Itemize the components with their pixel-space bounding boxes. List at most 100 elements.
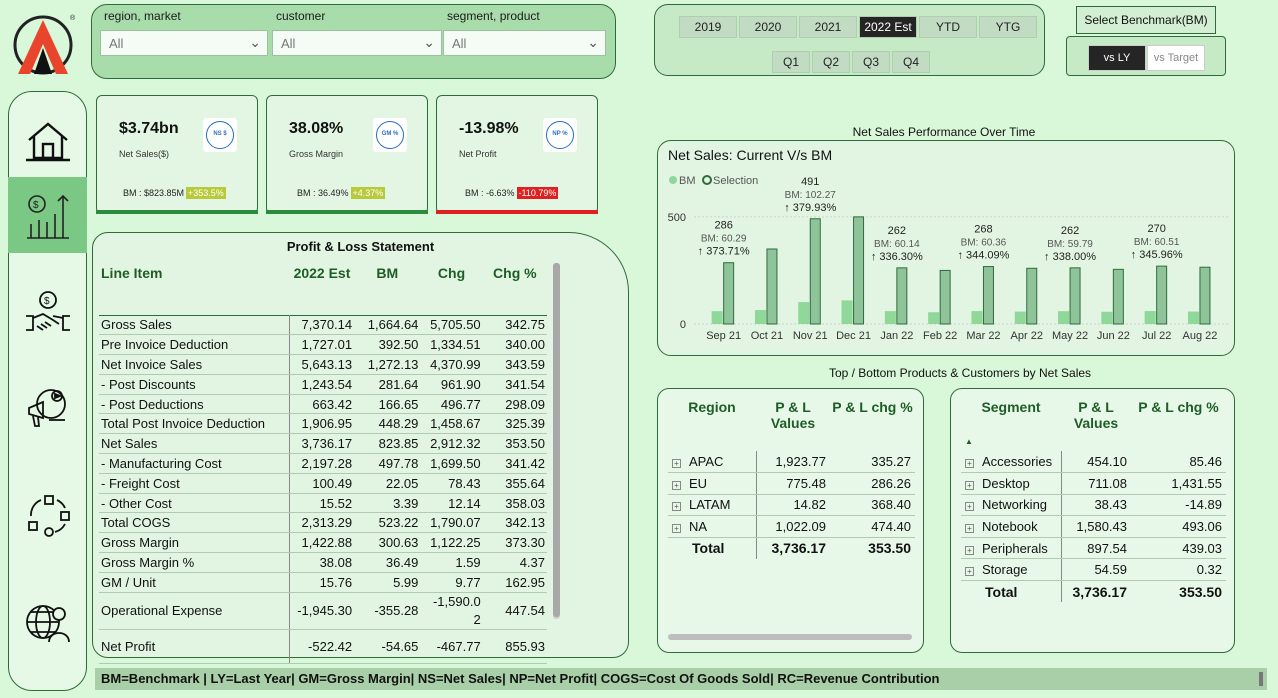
table-row[interactable]: + Peripherals 897.54 439.03 [961, 537, 1226, 560]
row-label-text: Desktop [982, 475, 1030, 491]
footer-scrollbar[interactable] [1259, 672, 1263, 686]
data-label-bm: BM: 102.27 [785, 190, 837, 201]
expand-icon[interactable]: + [965, 524, 974, 534]
q2-button[interactable]: Q2 [812, 51, 850, 73]
value-cell: 0.32 [1131, 558, 1226, 582]
q1-button[interactable]: Q1 [772, 51, 810, 73]
vs-target-button[interactable]: vs Target [1147, 45, 1205, 71]
expand-icon[interactable]: + [965, 480, 974, 490]
col-header[interactable]: 2022 Est [290, 263, 354, 315]
marketing-icon[interactable] [23, 384, 73, 434]
value-cell: 340.00 [482, 334, 547, 356]
table-row[interactable]: + Accessories 454.10 85.46 [961, 451, 1226, 474]
value-cell: 663.42 [289, 394, 355, 415]
global-people-icon[interactable] [23, 598, 73, 648]
data-label: 268 [974, 224, 992, 236]
vs-ly-button[interactable]: vs LY [1088, 45, 1146, 71]
q3-button[interactable]: Q3 [852, 51, 890, 73]
col-header[interactable]: Segment ▲ [961, 395, 1061, 451]
data-label-change: ↑ 379.93% [784, 202, 836, 214]
expand-icon[interactable]: + [965, 545, 974, 555]
row-label-text: Networking [982, 497, 1048, 513]
col-header[interactable]: P & L chg % [830, 395, 915, 451]
home-icon[interactable] [23, 116, 73, 166]
table-row: Net Invoice Sales 5,643.13 1,272.13 4,370.9… [99, 354, 547, 375]
col-header[interactable]: P & L Values [756, 395, 830, 451]
q4-button[interactable]: Q4 [892, 51, 930, 73]
table-row: Total Post Invoice Deduction 1,906.95 448.… [99, 413, 547, 435]
bar-selection [766, 248, 778, 325]
value-cell: 1,727.01 [289, 334, 355, 356]
segment-dropdown[interactable]: All ⌄ [443, 30, 606, 56]
value-cell: 325.39 [482, 413, 547, 435]
region-scrollbar[interactable] [668, 634, 912, 640]
kpi-accent-bar [436, 210, 598, 214]
bar-bm [971, 311, 983, 324]
value-cell: -14.89 [1131, 494, 1226, 517]
line-item-cell: - Post Discounts [99, 374, 291, 395]
expand-icon[interactable]: + [672, 502, 681, 512]
col-header[interactable]: Region [668, 395, 756, 451]
col-header[interactable]: Line Item [99, 263, 290, 315]
row-label-text: Accessories [982, 454, 1053, 470]
row-label-text: LATAM [689, 497, 731, 513]
bar-selection [1026, 267, 1038, 325]
value-cell: 4,370.99 [420, 354, 483, 375]
expand-icon[interactable]: + [672, 524, 681, 534]
year-2022-est-button[interactable]: 2022 Est [859, 16, 917, 38]
value-cell: 493.06 [1131, 515, 1226, 538]
value-cell: 2,912.32 [420, 433, 483, 455]
company-logo: ® [12, 12, 78, 76]
table-row[interactable]: + Desktop 711.08 1,431.55 [961, 472, 1226, 495]
kpi-value: -13.98% [459, 120, 519, 137]
value-cell: -355.28 [354, 592, 421, 630]
col-header[interactable]: Chg % [483, 263, 547, 315]
line-item-cell: GM / Unit [99, 572, 291, 593]
table-row[interactable]: + Notebook 1,580.43 493.06 [961, 515, 1226, 538]
segment-table: Segment ▲ P & L Values P & L chg % + Acces… [961, 395, 1226, 603]
col-header[interactable]: BM [354, 263, 420, 315]
col-header[interactable]: Chg [420, 263, 482, 315]
bar-selection [809, 218, 821, 325]
ytg-button[interactable]: YTG [979, 16, 1037, 38]
value-cell: 54.59 [1061, 558, 1131, 582]
ytd-button[interactable]: YTD [919, 16, 977, 38]
row-label: + NA [668, 515, 757, 538]
data-label-bm: BM: 60.36 [961, 238, 1007, 249]
line-item-cell: - Post Deductions [99, 394, 291, 415]
table-row[interactable]: + Networking 38.43 -14.89 [961, 494, 1226, 517]
value-cell: 447.54 [482, 592, 547, 630]
expand-icon[interactable]: + [672, 459, 681, 469]
value-cell: 448.29 [354, 413, 421, 435]
handshake-icon[interactable]: $ [23, 288, 73, 338]
table-row[interactable]: + NA 1,022.09 474.40 [668, 515, 915, 538]
pl-scrollbar[interactable] [553, 263, 560, 619]
table-row[interactable]: + EU 775.48 286.26 [668, 472, 915, 495]
year-2019-button[interactable]: 2019 [679, 16, 737, 38]
benchmark-selector: vs LY vs Target [1066, 36, 1226, 76]
bar-selection [1112, 268, 1124, 325]
customer-dropdown[interactable]: All ⌄ [272, 30, 442, 56]
expand-icon[interactable]: + [965, 459, 974, 469]
year-2021-button[interactable]: 2021 [799, 16, 857, 38]
gross-margin-icon: GM % [373, 118, 407, 152]
bar-selection [1199, 266, 1211, 325]
sales-chart-icon[interactable]: $ [23, 192, 73, 242]
data-label: 270 [1147, 223, 1165, 235]
table-row[interactable]: + LATAM 14.82 368.40 [668, 494, 915, 517]
year-2020-button[interactable]: 2020 [739, 16, 797, 38]
col-header[interactable]: P & L Values [1061, 395, 1131, 451]
col-header[interactable]: P & L chg % [1131, 395, 1226, 451]
row-label-text: EU [689, 475, 708, 491]
table-row[interactable]: + Storage 54.59 0.32 [961, 558, 1226, 582]
supply-chain-icon[interactable] [23, 490, 73, 540]
table-row[interactable]: + APAC 1,923.77 335.27 [668, 451, 915, 474]
y-tick-label: 0 [680, 319, 686, 331]
expand-icon[interactable]: + [965, 567, 974, 577]
value-cell: 9.77 [420, 572, 483, 593]
region-dropdown[interactable]: All ⌄ [100, 30, 268, 56]
expand-icon[interactable]: + [965, 502, 974, 512]
expand-icon[interactable]: + [672, 480, 681, 490]
bar-bm [798, 302, 810, 324]
bar-bm [711, 311, 723, 324]
